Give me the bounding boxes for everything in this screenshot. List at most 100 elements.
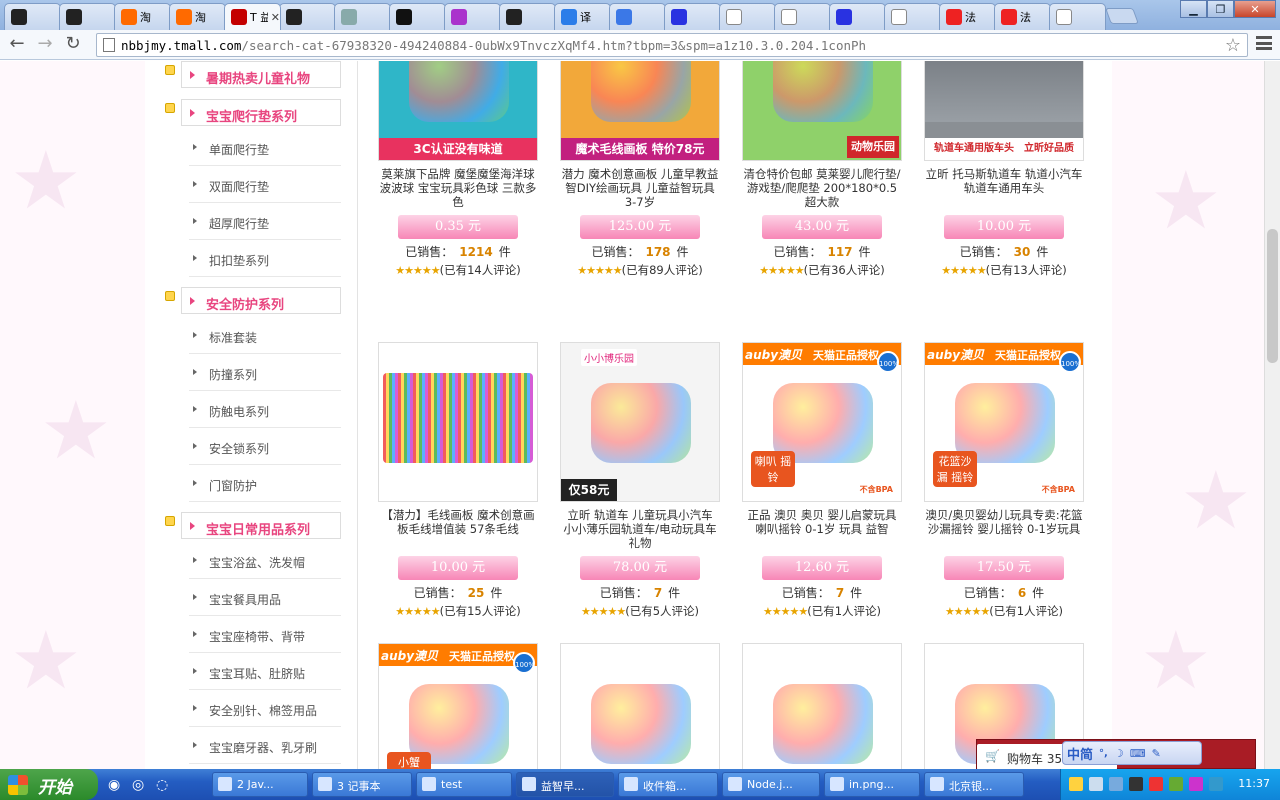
subcategory-link[interactable]: 门窗防护 bbox=[189, 465, 341, 502]
collapse-toggle-icon[interactable] bbox=[165, 516, 175, 526]
browser-tab[interactable]: T 益✕ bbox=[224, 3, 281, 30]
taskbar-window-button[interactable]: 益智早... bbox=[516, 772, 614, 797]
product-image[interactable]: auby澳贝 天猫正品授权 100% 小蟹 bbox=[378, 643, 538, 769]
app-tray-icon[interactable] bbox=[1169, 777, 1183, 791]
review-count[interactable]: (已有5人评论) bbox=[625, 604, 699, 618]
review-summary[interactable]: ★★★★★(已有5人评论) bbox=[560, 603, 720, 619]
taskbar-window-button[interactable]: 收件箱... bbox=[618, 772, 718, 797]
menu-icon[interactable] bbox=[1256, 36, 1272, 50]
category-label[interactable]: 宝宝爬行垫系列 bbox=[181, 99, 341, 126]
product-title[interactable]: 澳贝/奥贝婴幼儿玩具专卖:花篮沙漏摇铃 婴儿摇铃 0-1岁玩具 bbox=[924, 508, 1084, 550]
subcategory-link[interactable]: 宝宝餐具用品 bbox=[189, 579, 341, 616]
restore-button[interactable]: ❐ bbox=[1207, 0, 1234, 18]
subcategory-link[interactable]: 单面爬行垫 bbox=[189, 129, 341, 166]
review-count[interactable]: (已有1人评论) bbox=[807, 604, 881, 618]
ime-punct-icon[interactable]: °, bbox=[1099, 748, 1108, 759]
close-window-button[interactable]: ✕ bbox=[1234, 0, 1276, 18]
product-title[interactable]: 莫莱旗下品牌 魔堡魔堡海洋球 波波球 宝宝玩具彩色球 三款多色 bbox=[378, 167, 538, 209]
quicklaunch-chat-icon[interactable]: ◌ bbox=[156, 777, 168, 793]
vertical-scrollbar[interactable] bbox=[1264, 61, 1280, 769]
collapse-toggle-icon[interactable] bbox=[165, 291, 175, 301]
review-summary[interactable]: ★★★★★(已有13人评论) bbox=[924, 262, 1084, 278]
product-card[interactable]: 轨道车通用版车头 立昕好品质 立昕 托马斯轨道车 轨道小汽车 轨道车通用车头 10.… bbox=[924, 61, 1084, 278]
product-title[interactable]: 立昕 托马斯轨道车 轨道小汽车 轨道车通用车头 bbox=[924, 167, 1084, 209]
volume-icon[interactable] bbox=[1109, 777, 1123, 791]
category-header[interactable]: 安全防护系列 bbox=[165, 287, 345, 315]
ime-moon-icon[interactable]: ☽ bbox=[1114, 747, 1124, 760]
category-label[interactable]: 宝宝日常用品系列 bbox=[181, 512, 341, 539]
ime-keyboard-icon[interactable]: ⌨ bbox=[1130, 747, 1146, 760]
subcategory-link[interactable]: 防触电系列 bbox=[189, 391, 341, 428]
browser-tab[interactable] bbox=[609, 3, 666, 30]
product-card[interactable]: 【潜力】毛线画板 魔术创意画板毛线增值装 57条毛线 10.00 元已销售： 25 件… bbox=[378, 342, 538, 619]
subcategory-link[interactable]: 防撞系列 bbox=[189, 354, 341, 391]
product-image[interactable] bbox=[560, 643, 720, 769]
network-icon[interactable] bbox=[1089, 777, 1103, 791]
collapse-toggle-icon[interactable] bbox=[165, 65, 175, 75]
reload-icon[interactable]: ↻ bbox=[62, 35, 84, 55]
product-card[interactable]: 小小博乐园 仅58元立昕 轨道车 儿童玩具小汽车 小小薄乐园轨道车/电动玩具车礼物… bbox=[560, 342, 720, 619]
ime-toolbar[interactable]: 中简 °, ☽ ⌨ ✎ bbox=[1062, 741, 1202, 765]
browser-tab[interactable] bbox=[884, 3, 941, 30]
review-count[interactable]: (已有13人评论) bbox=[986, 263, 1067, 277]
category-label[interactable]: 暑期热卖儿童礼物 bbox=[181, 61, 341, 88]
browser-tab[interactable]: 淘 bbox=[114, 3, 171, 30]
review-count[interactable]: (已有36人评论) bbox=[804, 263, 885, 277]
browser-tab[interactable] bbox=[829, 3, 886, 30]
taskbar-window-button[interactable]: 3 记事本 bbox=[312, 772, 412, 797]
forward-arrow-icon[interactable]: → bbox=[34, 35, 56, 55]
browser-tab[interactable] bbox=[1049, 3, 1106, 30]
review-summary[interactable]: ★★★★★(已有1人评论) bbox=[742, 603, 902, 619]
qq-icon[interactable] bbox=[1149, 777, 1163, 791]
help-icon[interactable] bbox=[1069, 777, 1083, 791]
new-tab-button[interactable] bbox=[1105, 8, 1139, 24]
product-card[interactable]: 动物乐园 清仓特价包邮 莫莱婴儿爬行垫/游戏垫/爬爬垫 200*180*0.5超大… bbox=[742, 61, 902, 278]
browser-tab[interactable]: 法 bbox=[939, 3, 996, 30]
product-image[interactable]: 3C认证没有味道 bbox=[378, 61, 538, 161]
taskbar-window-button[interactable]: in.png... bbox=[824, 772, 920, 797]
category-label[interactable]: 安全防护系列 bbox=[181, 287, 341, 314]
product-title[interactable]: 【潜力】毛线画板 魔术创意画板毛线增值装 57条毛线 bbox=[378, 508, 538, 550]
product-image[interactable]: 全国大部分地区免邮魔术毛线画板 特价78元 bbox=[560, 61, 720, 161]
product-card[interactable]: auby澳贝 天猫正品授权 100% 花篮沙漏 摇铃 不含BPA 澳贝/奥贝婴幼儿玩具专卖… bbox=[924, 342, 1084, 619]
subcategory-link[interactable]: 安全别针、棉签用品 bbox=[189, 690, 341, 727]
product-image[interactable]: 小小博乐园 仅58元 bbox=[560, 342, 720, 502]
browser-tab[interactable]: 译 bbox=[554, 3, 611, 30]
antivirus-icon[interactable] bbox=[1129, 777, 1143, 791]
app-tray-icon[interactable] bbox=[1209, 777, 1223, 791]
product-card[interactable]: auby澳贝 天猫正品授权 100% 小蟹 bbox=[378, 643, 538, 769]
browser-tab[interactable] bbox=[719, 3, 776, 30]
ime-settings-icon[interactable]: ✎ bbox=[1152, 747, 1161, 760]
review-summary[interactable]: ★★★★★(已有1人评论) bbox=[924, 603, 1084, 619]
browser-tab[interactable] bbox=[774, 3, 831, 30]
taskbar-window-button[interactable]: 北京银... bbox=[924, 772, 1024, 797]
subcategory-link[interactable]: 标准套装 bbox=[189, 317, 341, 354]
scrollbar-thumb[interactable] bbox=[1267, 229, 1278, 363]
subcategory-link[interactable]: 超厚爬行垫 bbox=[189, 203, 341, 240]
app-tray-icon[interactable] bbox=[1189, 777, 1203, 791]
system-clock[interactable]: 11:37 bbox=[1238, 777, 1270, 790]
subcategory-link[interactable]: 宝宝浴盆、洗发帽 bbox=[189, 542, 341, 579]
product-card[interactable] bbox=[560, 643, 720, 769]
review-summary[interactable]: ★★★★★(已有15人评论) bbox=[378, 603, 538, 619]
review-count[interactable]: (已有1人评论) bbox=[989, 604, 1063, 618]
product-title[interactable]: 立昕 轨道车 儿童玩具小汽车 小小薄乐园轨道车/电动玩具车礼物 bbox=[560, 508, 720, 550]
taskbar-window-button[interactable]: 2 Jav... bbox=[212, 772, 308, 797]
browser-tab[interactable] bbox=[279, 3, 336, 30]
product-image[interactable]: 轨道车通用版车头 立昕好品质 bbox=[924, 61, 1084, 161]
review-count[interactable]: (已有15人评论) bbox=[440, 604, 521, 618]
quicklaunch-ie-icon[interactable]: ◉ bbox=[108, 777, 120, 793]
review-count[interactable]: (已有14人评论) bbox=[440, 263, 521, 277]
product-title[interactable]: 正品 澳贝 奥贝 婴儿启蒙玩具 喇叭摇铃 0-1岁 玩具 益智 bbox=[742, 508, 902, 550]
back-arrow-icon[interactable]: ← bbox=[6, 35, 28, 55]
address-bar[interactable]: nbbjmy.tmall.com/search-cat-67938320-494… bbox=[96, 33, 1248, 57]
browser-tab[interactable] bbox=[4, 3, 61, 30]
product-card[interactable]: auby澳贝 天猫正品授权 100% 喇叭 摇铃 不含BPA 正品 澳贝 奥贝 婴儿启蒙玩… bbox=[742, 342, 902, 619]
category-header[interactable]: 暑期热卖儿童礼物 bbox=[165, 61, 345, 89]
product-card[interactable] bbox=[742, 643, 902, 769]
close-tab-icon[interactable]: ✕ bbox=[271, 11, 280, 24]
browser-tab[interactable] bbox=[389, 3, 446, 30]
minimize-button[interactable]: ▁ bbox=[1180, 0, 1207, 18]
browser-tab[interactable] bbox=[444, 3, 501, 30]
product-card[interactable]: 3C认证没有味道 莫莱旗下品牌 魔堡魔堡海洋球 波波球 宝宝玩具彩色球 三款多色 0… bbox=[378, 61, 538, 278]
